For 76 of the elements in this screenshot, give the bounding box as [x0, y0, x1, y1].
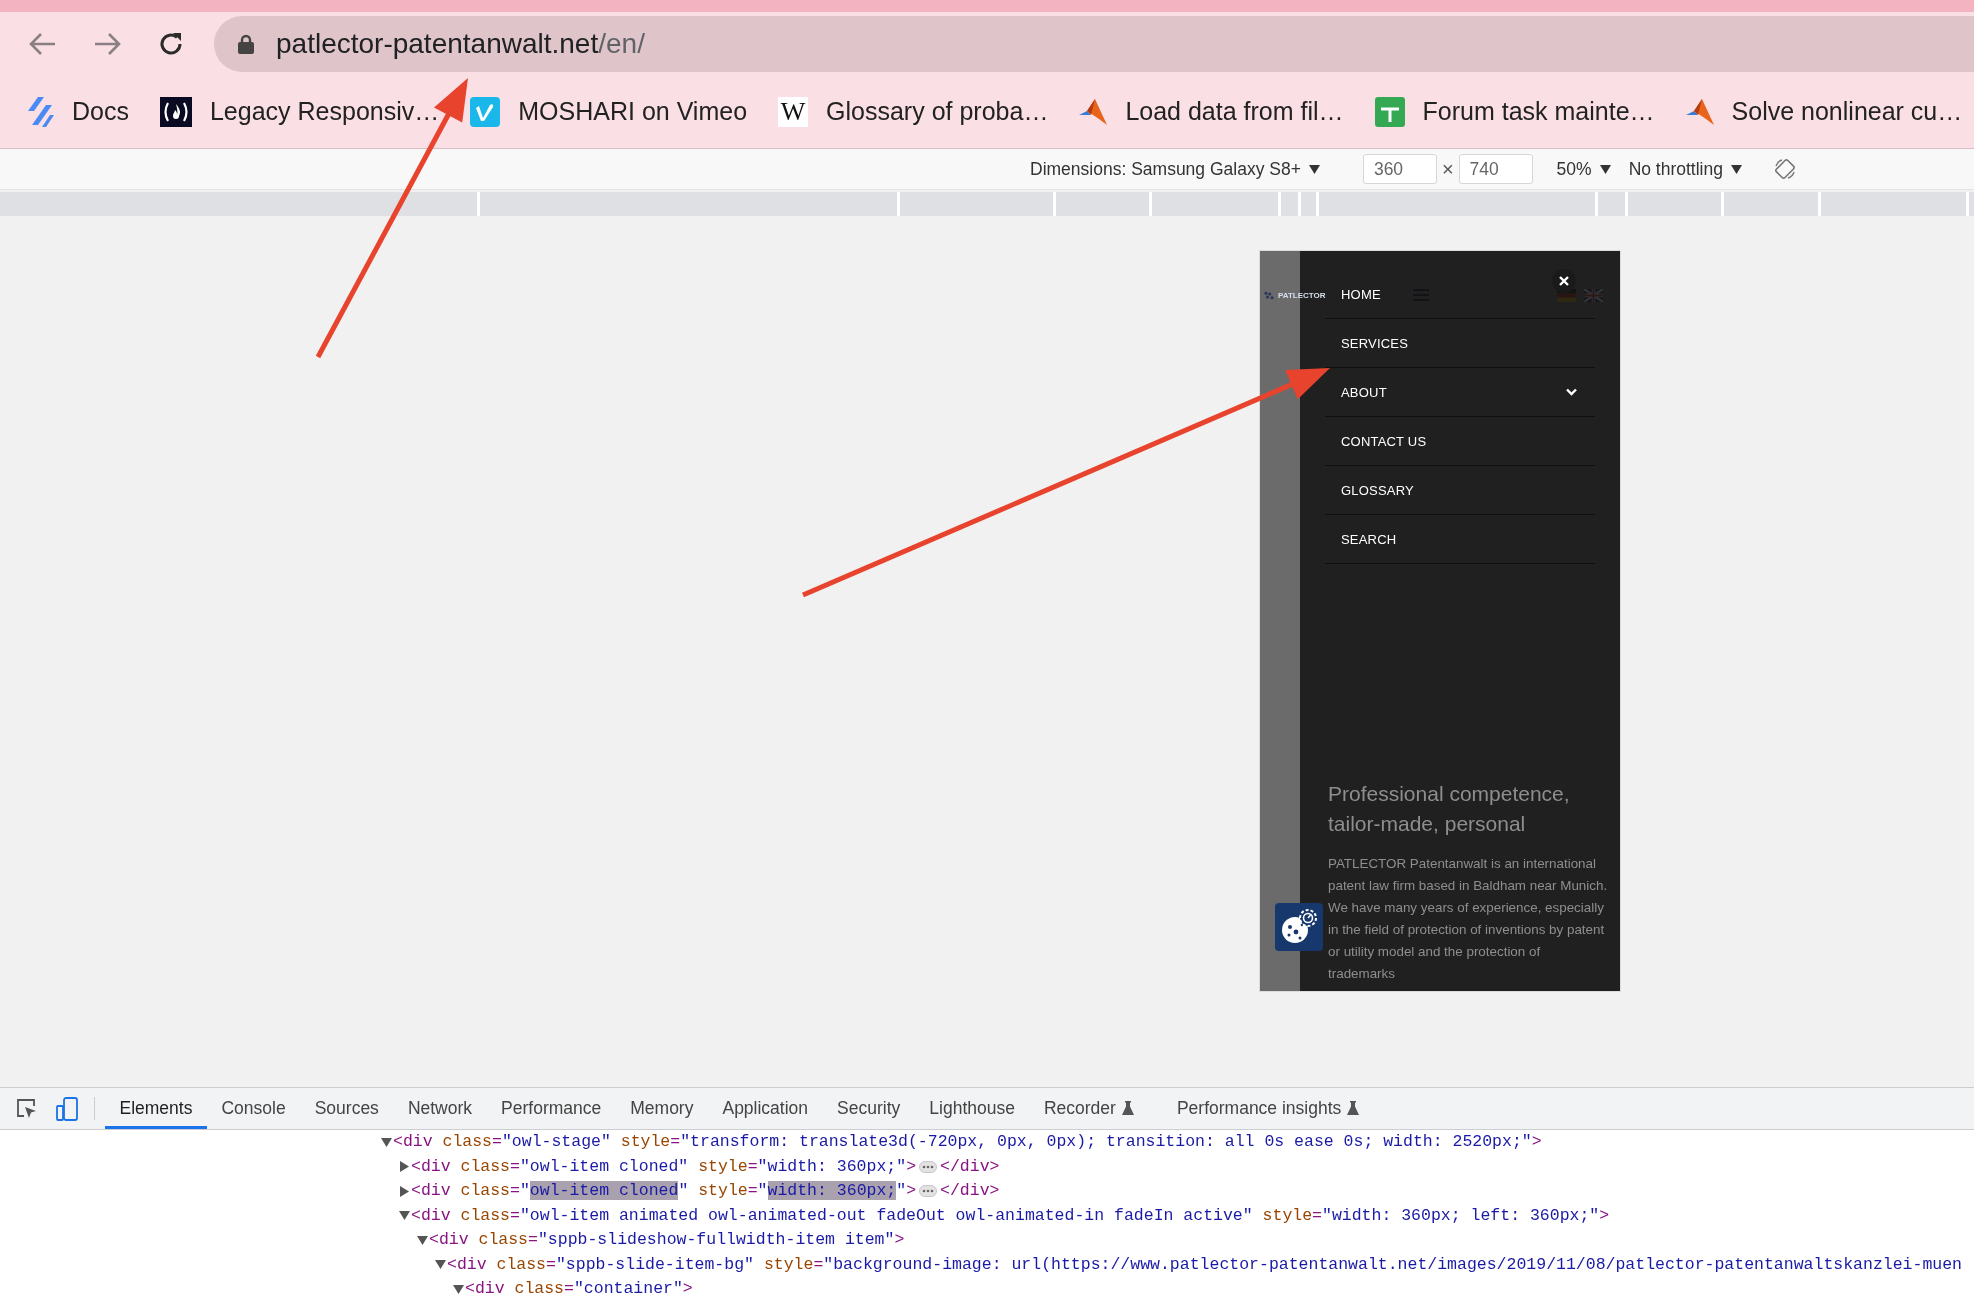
bookmark[interactable]: Solve nonlinear cu…: [1685, 97, 1963, 126]
times-sign: ×: [1441, 157, 1454, 181]
vimeo-icon: [470, 96, 501, 127]
bookmark[interactable]: Legacy Responsiv…: [159, 96, 440, 127]
menu-item[interactable]: ABOUT: [1325, 368, 1595, 417]
bookmark[interactable]: Load data from fil…: [1079, 97, 1344, 126]
code-text: <div class="owl-item cloned" style="width: 360px;">: [411, 1155, 917, 1178]
collapsed-triangle-icon[interactable]: [399, 1185, 410, 1197]
devtools-tab[interactable]: Recorder: [1029, 1088, 1149, 1129]
dots-icon: [922, 1189, 935, 1194]
devtools-tab[interactable]: Console: [206, 1088, 301, 1129]
caret-icon: [1599, 164, 1611, 174]
devtools-tab[interactable]: Elements: [105, 1088, 207, 1129]
logo-text: PATLECTOR: [1278, 290, 1326, 300]
matlab-icon: [1079, 98, 1108, 125]
expanded-triangle-icon[interactable]: [399, 1210, 410, 1222]
ellipsis-button[interactable]: [919, 1185, 938, 1198]
closing-tag: </div>: [940, 1179, 1000, 1204]
collapsed-triangle-icon[interactable]: [399, 1161, 410, 1173]
back-arrow-icon: [29, 31, 57, 56]
device-dropdown[interactable]: Dimensions: Samsung Galaxy S8+: [1030, 158, 1320, 180]
address-bar[interactable]: patlector-patentanwalt.net/en/: [214, 15, 1974, 72]
flask-icon: [1121, 1101, 1134, 1116]
hero-paragraph: PATLECTOR Patentanwalt is an international patent law firm based in Baldham near Munich. We have many years of experience, especially in the field of protection of inventions by patent or utility model and the protection of trademarks: [1328, 855, 1609, 983]
code-text: <div class="container">: [465, 1278, 693, 1300]
devtools-tab[interactable]: Security: [822, 1088, 915, 1129]
menu-item[interactable]: CONTACT US: [1325, 417, 1595, 466]
code-text: <div class="sppb-slideshow-fullwidth-item item">: [429, 1229, 905, 1251]
width-input[interactable]: 360: [1362, 154, 1437, 184]
flask-icon: [1347, 1101, 1360, 1116]
menu-item[interactable]: GLOSSARY: [1325, 466, 1595, 515]
expanded-triangle-icon[interactable]: [381, 1136, 392, 1148]
hero-heading: Professional competence, tailor-made, personal: [1328, 781, 1571, 837]
ellipsis-button[interactable]: [919, 1160, 938, 1173]
code-text: <div class="owl-item animated owl-animated-out fadeOut owl-animated-in fadeIn active" style="width: 360px; left: 360px;">: [411, 1204, 1610, 1227]
devtools-tab[interactable]: Lighthouse: [914, 1088, 1030, 1129]
devtools-tab[interactable]: Network: [393, 1088, 487, 1129]
stripes-icon: [28, 96, 54, 127]
devtools-tab[interactable]: Memory: [615, 1088, 708, 1129]
menu-item[interactable]: SERVICES: [1325, 319, 1595, 368]
expanded-triangle-icon[interactable]: [435, 1259, 446, 1271]
menu-item[interactable]: SEARCH: [1325, 515, 1595, 564]
throttling-dropdown[interactable]: No throttling: [1628, 158, 1742, 180]
url-host: patlector-patentanwalt.net: [276, 27, 599, 59]
code-text: <div class="sppb-slide-item-bg" style="background-image: url(https://www.patlector-patentanwalt.net/images/2019/11/08/patlector-patentanwaltskanzlei-muen: [447, 1253, 1962, 1276]
caret-icon: [1731, 164, 1742, 174]
flame-icon: [159, 96, 192, 127]
expanded-triangle-icon[interactable]: [453, 1283, 464, 1295]
sheet-icon: [1374, 96, 1405, 127]
devtools-tab[interactable]: Application: [707, 1088, 823, 1129]
forward-arrow-icon: [93, 31, 121, 56]
code-text: <div class="owl-stage" style="transform: translate3d(-720px, 0px, 0px); transition: all 0s ease 0s; width: 2520px;">: [393, 1131, 1542, 1153]
matlab-icon: [1685, 98, 1714, 125]
url-path: /en/: [598, 27, 645, 59]
bookmark[interactable]: W Glossary of proba…: [778, 96, 1049, 127]
bookmark[interactable]: Forum task mainte…: [1374, 96, 1655, 127]
globe-icon: [1263, 289, 1275, 301]
lock-icon: [238, 33, 254, 54]
rotate-icon[interactable]: [1774, 158, 1796, 180]
bookmark[interactable]: MOSHARI on Vimeo: [470, 96, 748, 127]
caret-icon: [1308, 164, 1320, 174]
dots-icon: [922, 1164, 935, 1169]
expanded-triangle-icon[interactable]: [417, 1234, 428, 1246]
wiki-icon: W: [778, 96, 809, 127]
devtools-tab[interactable]: Performance: [486, 1088, 616, 1129]
cookie-settings-button[interactable]: [1275, 903, 1323, 951]
bookmark[interactable]: Docs: [28, 96, 129, 127]
close-button[interactable]: [1552, 269, 1576, 293]
devtools-tab[interactable]: Performance insights: [1162, 1088, 1374, 1129]
height-input[interactable]: 740: [1458, 154, 1533, 184]
closing-tag: </div>: [940, 1154, 1000, 1179]
chevron-down-icon: [1566, 388, 1577, 396]
cookie-icon: [1280, 908, 1318, 946]
close-icon: [1559, 276, 1569, 286]
zoom-dropdown[interactable]: 50%: [1556, 158, 1611, 180]
devtools-tab[interactable]: Sources: [300, 1088, 394, 1129]
